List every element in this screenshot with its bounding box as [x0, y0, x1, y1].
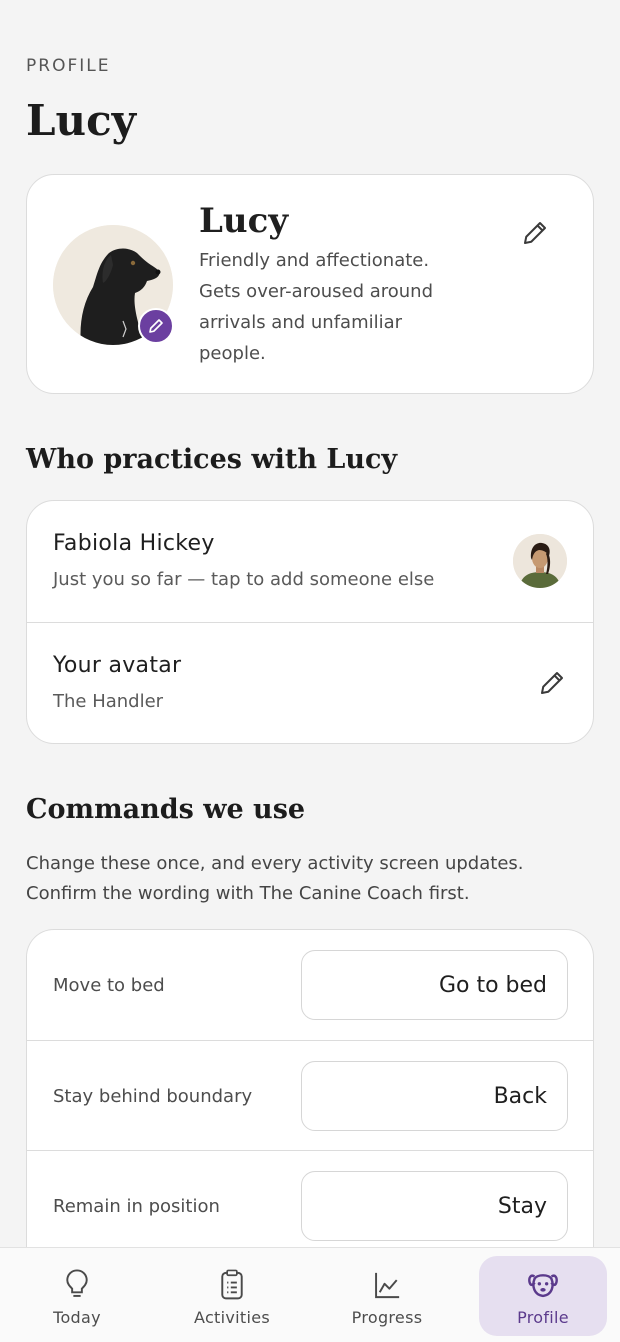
lightbulb-icon	[66, 1269, 88, 1297]
command-row: Remain in position	[27, 1150, 593, 1260]
dog-name: Lucy	[199, 201, 289, 241]
person-row[interactable]: Fabiola Hickey Just you so far — tap to …	[27, 501, 593, 622]
person-subtitle: Just you so far — tap to add someone els…	[53, 569, 435, 590]
chart-icon	[375, 1272, 400, 1299]
person-name: Fabiola Hickey	[53, 531, 215, 556]
commands-card: Move to bed Stay behind boundary Remain …	[26, 929, 594, 1289]
command-input[interactable]	[301, 1061, 568, 1131]
nav-label: Profile	[517, 1308, 569, 1327]
nav-item-activities[interactable]: Activities	[168, 1256, 296, 1336]
pencil-icon	[524, 222, 546, 244]
dog-profile-card: Lucy Friendly and affectionate. Gets ove…	[26, 174, 594, 394]
page-title: Lucy	[26, 96, 137, 145]
dog-face-icon	[528, 1274, 558, 1298]
nav-label: Activities	[194, 1308, 270, 1327]
handler-avatar-image	[513, 534, 567, 588]
command-label: Remain in position	[53, 1195, 220, 1217]
command-label: Move to bed	[53, 974, 165, 996]
dog-description: Friendly and affectionate. Gets over-aro…	[199, 250, 434, 364]
nav-item-profile[interactable]: Profile	[479, 1256, 607, 1336]
pencil-icon	[541, 672, 563, 694]
edit-dog-button[interactable]	[517, 215, 553, 251]
avatar-row[interactable]: Your avatar The Handler	[27, 622, 593, 743]
command-label: Stay behind boundary	[53, 1085, 253, 1107]
nav-label: Progress	[351, 1308, 423, 1327]
pencil-icon	[149, 319, 163, 333]
edit-photo-button[interactable]	[138, 308, 174, 344]
avatar-subtitle: The Handler	[53, 691, 164, 712]
person-avatar	[513, 534, 567, 588]
command-row: Move to bed	[27, 930, 593, 1040]
avatar-title: Your avatar	[53, 653, 182, 678]
page-eyebrow: PROFILE	[26, 56, 111, 76]
edit-avatar-button[interactable]	[534, 665, 570, 701]
commands-description: Change these once, and every activity sc…	[26, 853, 524, 904]
command-input[interactable]	[301, 1171, 568, 1241]
nav-label: Today	[53, 1308, 101, 1327]
bottom-nav: Today Activities Progress Profile	[0, 1247, 620, 1342]
practice-card: Fabiola Hickey Just you so far — tap to …	[26, 500, 594, 744]
commands-section-title: Commands we use	[26, 794, 306, 825]
practice-section-title: Who practices with Lucy	[26, 444, 398, 475]
nav-item-today[interactable]: Today	[13, 1256, 141, 1336]
nav-item-progress[interactable]: Progress	[323, 1256, 451, 1336]
clipboard-icon	[221, 1269, 243, 1300]
command-input[interactable]	[301, 950, 568, 1020]
command-row: Stay behind boundary	[27, 1040, 593, 1150]
